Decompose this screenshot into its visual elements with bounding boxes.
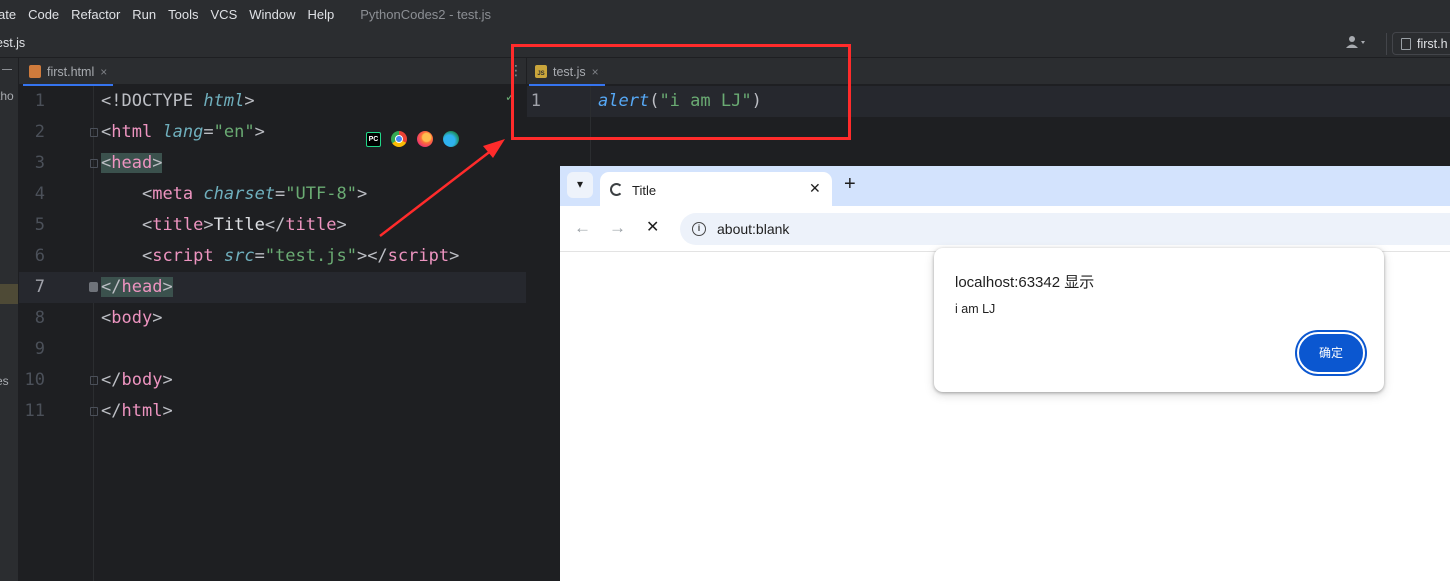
user-icon[interactable] — [1346, 35, 1374, 53]
code-line[interactable]: 9 — [19, 334, 526, 365]
site-info-icon[interactable]: i — [692, 222, 706, 236]
code-text: </body> — [101, 370, 173, 390]
pycharm-browser-icon[interactable]: PC — [366, 131, 381, 147]
window-title: PythonCodes2 - test.js — [360, 7, 492, 22]
tab-first-html[interactable]: first.html × — [23, 58, 114, 86]
stop-loading-icon[interactable]: ✕ — [646, 218, 659, 238]
open-in-browser-icons: PC — [366, 131, 459, 147]
annotation-highlight-box — [511, 44, 851, 140]
dialog-title: localhost:63342 显示 — [955, 274, 1095, 291]
editor-tabs-left: first.html × — [19, 58, 526, 86]
code-text: <script src="test.js"></script> — [141, 246, 460, 266]
code-text: <meta charset="UTF-8"> — [141, 184, 368, 204]
browser-tab-strip: ▾ Title ✕ + — [560, 166, 1450, 206]
menu-refactor[interactable]: Refactor — [65, 7, 126, 22]
toolbar-separator — [1386, 33, 1387, 55]
fold-marker-icon[interactable] — [90, 407, 98, 416]
fold-marker-icon[interactable] — [90, 128, 98, 137]
project-tree-fragment-2[interactable]: es — [0, 374, 9, 388]
line-number: 4 — [34, 184, 45, 204]
close-icon[interactable]: ✕ — [809, 180, 821, 197]
fold-end-icon[interactable] — [89, 282, 98, 292]
code-line[interactable]: 6 <script src="test.js"></script> — [19, 241, 526, 272]
code-text: <html lang="en"> — [101, 122, 265, 142]
project-tree-fragment[interactable]: tho — [0, 89, 14, 103]
tab-search-icon[interactable]: ▾ — [567, 172, 593, 198]
menu-bar: ate Code Refactor Run Tools VCS Window H… — [0, 0, 1450, 29]
code-line[interactable]: 1 <!DOCTYPE html> — [19, 86, 526, 117]
menu-code[interactable]: Code — [22, 7, 65, 22]
fold-marker-icon[interactable] — [90, 376, 98, 385]
loading-spinner-icon — [610, 183, 623, 196]
line-number: 5 — [34, 215, 45, 235]
line-number: 11 — [24, 401, 45, 421]
chrome-icon[interactable] — [391, 131, 407, 147]
menu-vcs[interactable]: VCS — [205, 7, 244, 22]
browser-tab-label: Title — [632, 183, 657, 198]
code-text: <!DOCTYPE html> — [101, 91, 255, 111]
line-number: 3 — [34, 153, 45, 173]
project-tool-strip: tho es — [0, 58, 19, 581]
ok-button[interactable]: 确定 — [1297, 332, 1365, 374]
html-file-icon — [29, 65, 41, 78]
code-line[interactable]: 11 </html> — [19, 396, 526, 427]
line-number: 8 — [34, 308, 45, 328]
address-bar-url[interactable]: about:blank — [717, 221, 789, 237]
fold-marker-icon[interactable] — [90, 159, 98, 168]
line-number-current: 7 — [34, 277, 45, 297]
dialog-message: i am LJ — [955, 302, 996, 316]
tab-label: first.html — [47, 64, 95, 79]
code-text: </html> — [101, 401, 173, 421]
new-tab-icon[interactable]: + — [844, 173, 856, 195]
code-line[interactable]: 10 </body> — [19, 365, 526, 396]
menu-tools[interactable]: Tools — [162, 7, 204, 22]
line-number: 1 — [34, 91, 45, 111]
run-configuration-selector[interactable]: first.h — [1392, 32, 1450, 55]
code-line[interactable]: 4 <meta charset="UTF-8"> — [19, 179, 526, 210]
code-line-current[interactable]: 7 </head> — [19, 272, 526, 303]
editor-first-html[interactable]: 1 <!DOCTYPE html> 2 <html lang="en"> 3 <… — [19, 86, 526, 581]
menu-run[interactable]: Run — [126, 7, 162, 22]
code-text: <head> — [101, 153, 163, 173]
minimize-icon[interactable] — [2, 69, 12, 70]
project-tree-selection — [0, 284, 18, 304]
menu-navigate[interactable]: ate — [0, 7, 22, 22]
address-bar[interactable]: i about:blank — [680, 213, 1450, 245]
edge-icon[interactable] — [443, 131, 459, 147]
back-arrow-icon[interactable]: ← — [574, 218, 591, 238]
line-number: 6 — [34, 246, 45, 266]
line-number: 10 — [24, 370, 45, 390]
line-number: 2 — [34, 122, 45, 142]
line-number: 9 — [34, 339, 45, 359]
code-line[interactable]: 8 <body> — [19, 303, 526, 334]
code-text: <body> — [101, 308, 163, 328]
close-icon[interactable]: × — [100, 65, 107, 79]
breadcrumb-file[interactable]: est.js — [0, 36, 25, 50]
code-text: <title>Title</title> — [141, 215, 347, 235]
browser-toolbar: ← → ✕ i about:blank — [560, 206, 1450, 252]
forward-arrow-icon[interactable]: → — [609, 218, 626, 238]
run-configuration-label: first.h — [1417, 37, 1448, 51]
alert-dialog: localhost:63342 显示 i am LJ 确定 — [934, 248, 1384, 392]
menu-window[interactable]: Window — [243, 7, 301, 22]
browser-tab-title[interactable]: Title ✕ — [600, 172, 832, 206]
menu-help[interactable]: Help — [302, 7, 341, 22]
file-icon — [1401, 38, 1411, 50]
code-line[interactable]: 5 <title>Title</title> — [19, 210, 526, 241]
code-text: </head> — [101, 277, 173, 297]
code-line[interactable]: 3 <head> — [19, 148, 526, 179]
firefox-icon[interactable] — [417, 131, 433, 147]
